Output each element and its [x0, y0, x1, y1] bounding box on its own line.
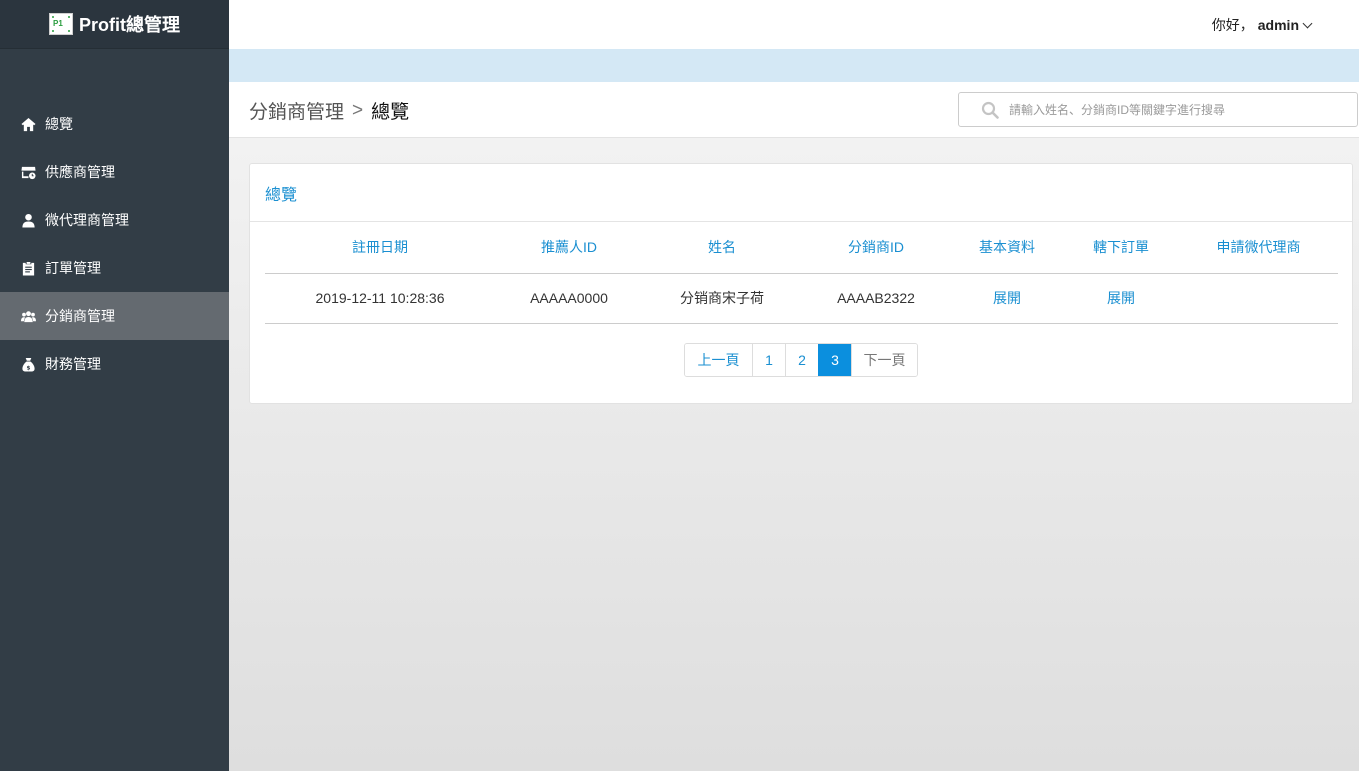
expand-orders-link[interactable]: 展開 — [1063, 273, 1179, 324]
cell-referrer-id: AAAAA0000 — [495, 273, 643, 324]
username: admin — [1257, 17, 1299, 33]
brand-logo-text: P1 — [53, 19, 63, 28]
brand-title: Profit總管理 — [79, 15, 180, 35]
brand-logo-icon: P1 — [49, 13, 73, 35]
expand-basic-info-link[interactable]: 展開 — [951, 273, 1063, 324]
panel-title: 總覽 — [250, 164, 1352, 222]
column-header-distributor-id: 分銷商ID — [801, 222, 951, 274]
sidebar-item-label: 總覽 — [45, 116, 73, 132]
cell-apply-micro-agent — [1179, 273, 1338, 324]
user-menu[interactable]: 你好， admin — [1211, 15, 1313, 35]
sidebar-item-label: 分銷商管理 — [45, 308, 115, 324]
next-page-button[interactable]: 下一頁 — [851, 344, 917, 376]
prev-page-button[interactable]: 上一頁 — [685, 344, 752, 376]
sidebar-item-orders[interactable]: 訂單管理 — [0, 244, 229, 292]
sidebar-item-finance[interactable]: $ 財務管理 — [0, 340, 229, 388]
page-button-2[interactable]: 2 — [785, 344, 818, 376]
brand[interactable]: P1 Profit總管理 — [0, 0, 229, 49]
greeting-text: 你好， — [1211, 17, 1254, 33]
page-title-bar: 分銷商管理 > 總覽 — [229, 82, 1359, 138]
user-icon — [20, 212, 36, 228]
chevron-down-icon — [1302, 18, 1313, 28]
sidebar-item-label: 供應商管理 — [45, 164, 115, 180]
sidebar-item-label: 訂單管理 — [45, 260, 101, 276]
table-header-row: 註冊日期 推薦人ID 姓名 分銷商ID 基本資料 轄下訂單 申請微代理商 — [265, 222, 1338, 274]
sidebar-item-suppliers[interactable]: 供應商管理 — [0, 148, 229, 196]
users-icon — [20, 308, 36, 324]
sidebar: P1 Profit總管理 總覽 供應商管理 微代理商管理 訂單管理 分銷商管理 … — [0, 0, 229, 771]
page-button-1[interactable]: 1 — [752, 344, 785, 376]
sidebar-item-micro-agents[interactable]: 微代理商管理 — [0, 196, 229, 244]
cell-distributor-id: AAAAB2322 — [801, 273, 951, 324]
sidebar-item-label: 微代理商管理 — [45, 212, 129, 228]
column-header-name: 姓名 — [643, 222, 801, 274]
distributor-table: 註冊日期 推薦人ID 姓名 分銷商ID 基本資料 轄下訂單 申請微代理商 201… — [265, 222, 1338, 324]
notice-band — [229, 49, 1359, 82]
page-button-3[interactable]: 3 — [818, 344, 851, 376]
breadcrumb-parent[interactable]: 分銷商管理 — [249, 97, 344, 124]
column-header-basic-info: 基本資料 — [951, 222, 1063, 274]
column-header-orders: 轄下訂單 — [1063, 222, 1179, 274]
sidebar-nav: 總覽 供應商管理 微代理商管理 訂單管理 分銷商管理 $ 財務管理 — [0, 100, 229, 388]
table-row: 2019-12-11 10:28:36 AAAAA0000 分销商宋子荷 AAA… — [265, 273, 1338, 324]
store-icon — [20, 164, 36, 180]
pagination: 上一頁 1 2 3 下一頁 — [684, 343, 918, 377]
breadcrumb-separator: > — [352, 99, 364, 121]
column-header-apply-micro-agent: 申請微代理商 — [1179, 222, 1338, 274]
top-header: 你好， admin — [229, 0, 1359, 49]
sidebar-item-overview[interactable]: 總覽 — [0, 100, 229, 148]
home-icon — [20, 116, 36, 132]
cell-register-date: 2019-12-11 10:28:36 — [265, 273, 495, 324]
sidebar-item-label: 財務管理 — [45, 356, 101, 372]
search-box[interactable] — [958, 92, 1358, 127]
svg-text:$: $ — [26, 365, 30, 371]
search-input[interactable] — [1009, 102, 1349, 117]
cell-name: 分销商宋子荷 — [643, 273, 801, 324]
clipboard-icon — [20, 260, 36, 276]
column-header-register-date: 註冊日期 — [265, 222, 495, 274]
money-bag-icon: $ — [20, 356, 36, 372]
overview-panel: 總覽 註冊日期 推薦人ID 姓名 分銷商ID 基本資料 轄下訂單 申請微代理商 … — [249, 163, 1353, 404]
column-header-referrer-id: 推薦人ID — [495, 222, 643, 274]
breadcrumb-current: 總覽 — [371, 102, 410, 123]
main-content: 總覽 註冊日期 推薦人ID 姓名 分銷商ID 基本資料 轄下訂單 申請微代理商 … — [229, 138, 1359, 771]
search-icon[interactable] — [981, 101, 999, 119]
breadcrumb: 分銷商管理 > 總覽 — [249, 97, 409, 124]
sidebar-item-distributors[interactable]: 分銷商管理 — [0, 292, 229, 340]
